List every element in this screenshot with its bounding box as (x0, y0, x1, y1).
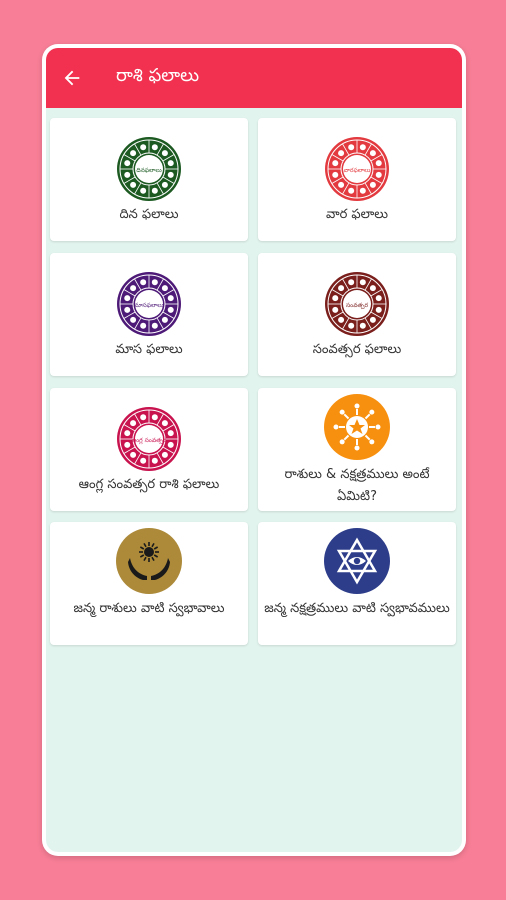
svg-text:మాసఫలాలు: మాసఫలాలు (134, 302, 163, 309)
svg-text:వారఫలాలు: వారఫలాలు (344, 167, 371, 174)
app-bar: రాశి ఫలాలు (46, 48, 462, 108)
card-label: సంవత్సర ఫలాలు (312, 342, 402, 357)
card-signs-and-stars[interactable]: రాశులు & నక్షత్రములు అంటే ఏమిటి? (258, 388, 456, 511)
card-label: జన్మ నక్షత్రములు వాటి స్వభావములు (264, 601, 450, 616)
zodiac-wheel-purple-icon: మాసఫలాలు (116, 271, 182, 337)
zodiac-wheel-maroon-icon: సంవత్సర (324, 271, 390, 337)
card-birth-sign-nature[interactable]: జన్మ రాశులు వాటి స్వభావాలు (50, 522, 248, 645)
zodiac-wheel-green-icon: దినఫలాలు (116, 136, 182, 202)
card-monthly-horoscope[interactable]: మాసఫలాలు మాస ఫలాలు (50, 253, 248, 376)
app-screen: రాశి ఫలాలు దినఫలాలు దిన ఫలాలు వారఫలాలు వ… (46, 48, 462, 852)
zodiac-wheel-magenta-icon: ఆంగ్ల సంవత్సర (116, 406, 182, 472)
card-weekly-horoscope[interactable]: వారఫలాలు వార ఫలాలు (258, 118, 456, 241)
star-of-david-eye-icon (324, 528, 390, 594)
arrow-left-icon (64, 70, 80, 86)
zodiac-wheel-red-icon: వారఫలాలు (324, 136, 390, 202)
card-label: వార ఫలాలు (325, 207, 389, 222)
back-button[interactable] (54, 60, 90, 96)
card-daily-horoscope[interactable]: దినఫలాలు దిన ఫలాలు (50, 118, 248, 241)
card-label: ఆంగ్ల సంవత్సర రాశి ఫలాలు (78, 477, 220, 492)
card-english-year-horoscope[interactable]: ఆంగ్ల సంవత్సర ఆంగ్ల సంవత్సర రాశి ఫలాలు (50, 388, 248, 511)
page-title: రాశి ఫలాలు (116, 65, 200, 86)
card-birth-star-nature[interactable]: జన్మ నక్షత్రములు వాటి స్వభావములు (258, 522, 456, 645)
card-label: మాస ఫలాలు (115, 342, 183, 357)
card-label: దిన ఫలాలు (119, 207, 179, 222)
sun-star-icon (324, 394, 390, 460)
card-label: జన్మ రాశులు వాటి స్వభావాలు (73, 601, 225, 616)
svg-text:ఆంగ్ల సంవత్సర: ఆంగ్ల సంవత్సర (131, 437, 167, 445)
svg-text:దినఫలాలు: దినఫలాలు (136, 167, 161, 174)
card-yearly-horoscope[interactable]: సంవత్సర సంవత్సర ఫలాలు (258, 253, 456, 376)
svg-text:సంవత్సర: సంవత్సర (346, 302, 368, 310)
hands-sun-icon (116, 528, 182, 594)
card-label: రాశులు & నక్షత్రములు అంటే ఏమిటి? (284, 467, 430, 504)
